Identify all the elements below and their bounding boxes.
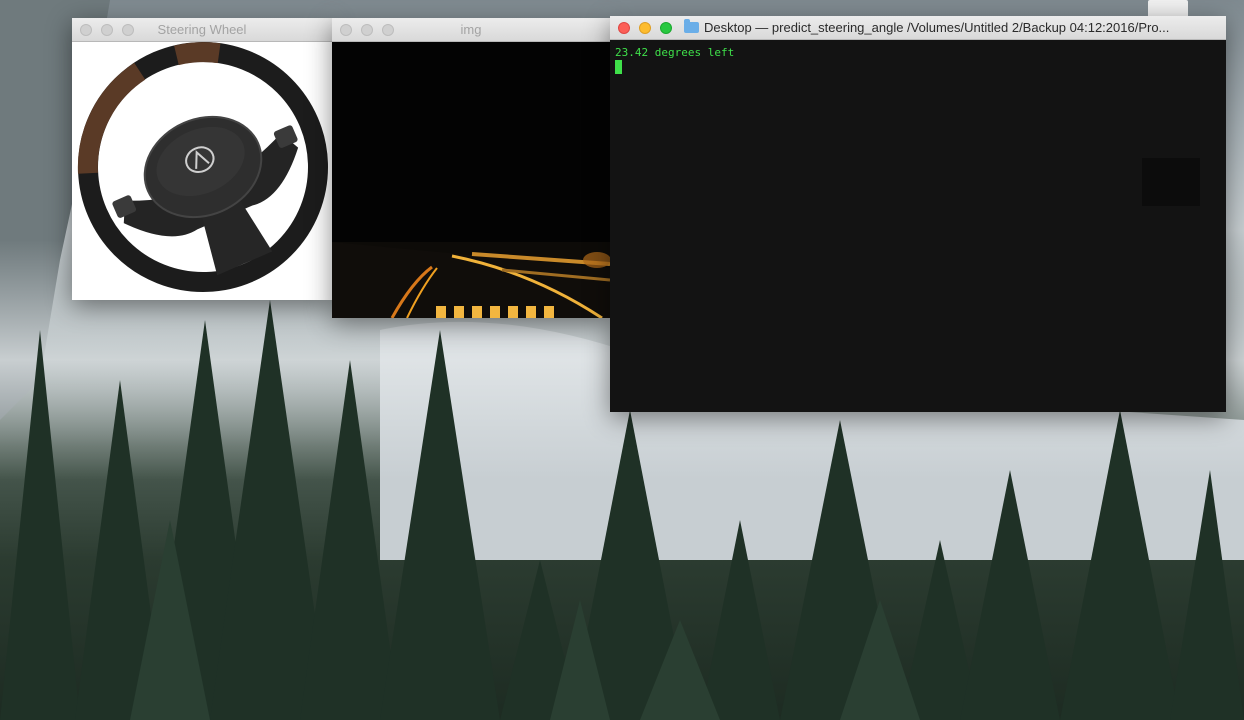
desktop-file-icon[interactable]	[1148, 0, 1188, 16]
img-titlebar[interactable]: img	[332, 18, 610, 42]
reflection-shadow	[1142, 158, 1200, 206]
window-title: Desktop — predict_steering_angle /Volume…	[684, 16, 1226, 40]
window-title: img	[460, 22, 482, 37]
road-camera-image	[332, 42, 610, 318]
steering-wheel-titlebar[interactable]: Steering Wheel	[72, 18, 332, 42]
zoom-button[interactable]	[660, 22, 672, 34]
minimize-button[interactable]	[639, 22, 651, 34]
road-camera-view	[332, 42, 610, 318]
steering-angle-output: 23.42 degrees left	[615, 46, 735, 59]
terminal-titlebar[interactable]: Desktop — predict_steering_angle /Volume…	[610, 16, 1226, 40]
terminal-window: Desktop — predict_steering_angle /Volume…	[610, 16, 1226, 412]
steering-wheel-image	[77, 41, 328, 292]
window-title: Steering Wheel	[157, 22, 247, 37]
folder-icon	[684, 19, 699, 33]
steering-wheel-window: Steering Wheel	[72, 18, 332, 300]
camera-image-window: img	[332, 18, 610, 318]
window-controls	[618, 22, 672, 34]
desktop: Steering Wheel img Desktop — predict_ste…	[0, 0, 1244, 720]
steering-wheel-view	[72, 41, 332, 300]
terminal-title-text: Desktop — predict_steering_angle /Volume…	[704, 20, 1170, 35]
close-button[interactable]	[618, 22, 630, 34]
terminal-output[interactable]: 23.42 degrees left	[610, 40, 1226, 412]
terminal-cursor	[615, 60, 622, 74]
